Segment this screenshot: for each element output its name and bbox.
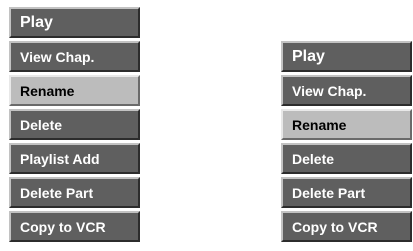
menu-item-delete[interactable]: Delete — [9, 109, 140, 140]
menu-item-play[interactable]: Play — [9, 7, 140, 38]
menu-item-delete[interactable]: Delete — [281, 143, 412, 174]
menu-item-view-chap[interactable]: View Chap. — [9, 41, 140, 72]
menu-item-playlist-add[interactable]: Playlist Add — [9, 143, 140, 174]
menu-item-view-chap[interactable]: View Chap. — [281, 75, 412, 106]
menu-item-play[interactable]: Play — [281, 41, 412, 72]
menu-right: Play View Chap. Rename Delete Delete Par… — [281, 41, 412, 245]
menu-left: Play View Chap. Rename Delete Playlist A… — [9, 7, 140, 245]
menu-item-rename[interactable]: Rename — [281, 109, 412, 140]
menu-item-rename[interactable]: Rename — [9, 75, 140, 106]
menu-item-copy-to-vcr[interactable]: Copy to VCR — [281, 211, 412, 242]
menu-item-copy-to-vcr[interactable]: Copy to VCR — [9, 211, 140, 242]
menu-item-delete-part[interactable]: Delete Part — [281, 177, 412, 208]
menu-item-delete-part[interactable]: Delete Part — [9, 177, 140, 208]
